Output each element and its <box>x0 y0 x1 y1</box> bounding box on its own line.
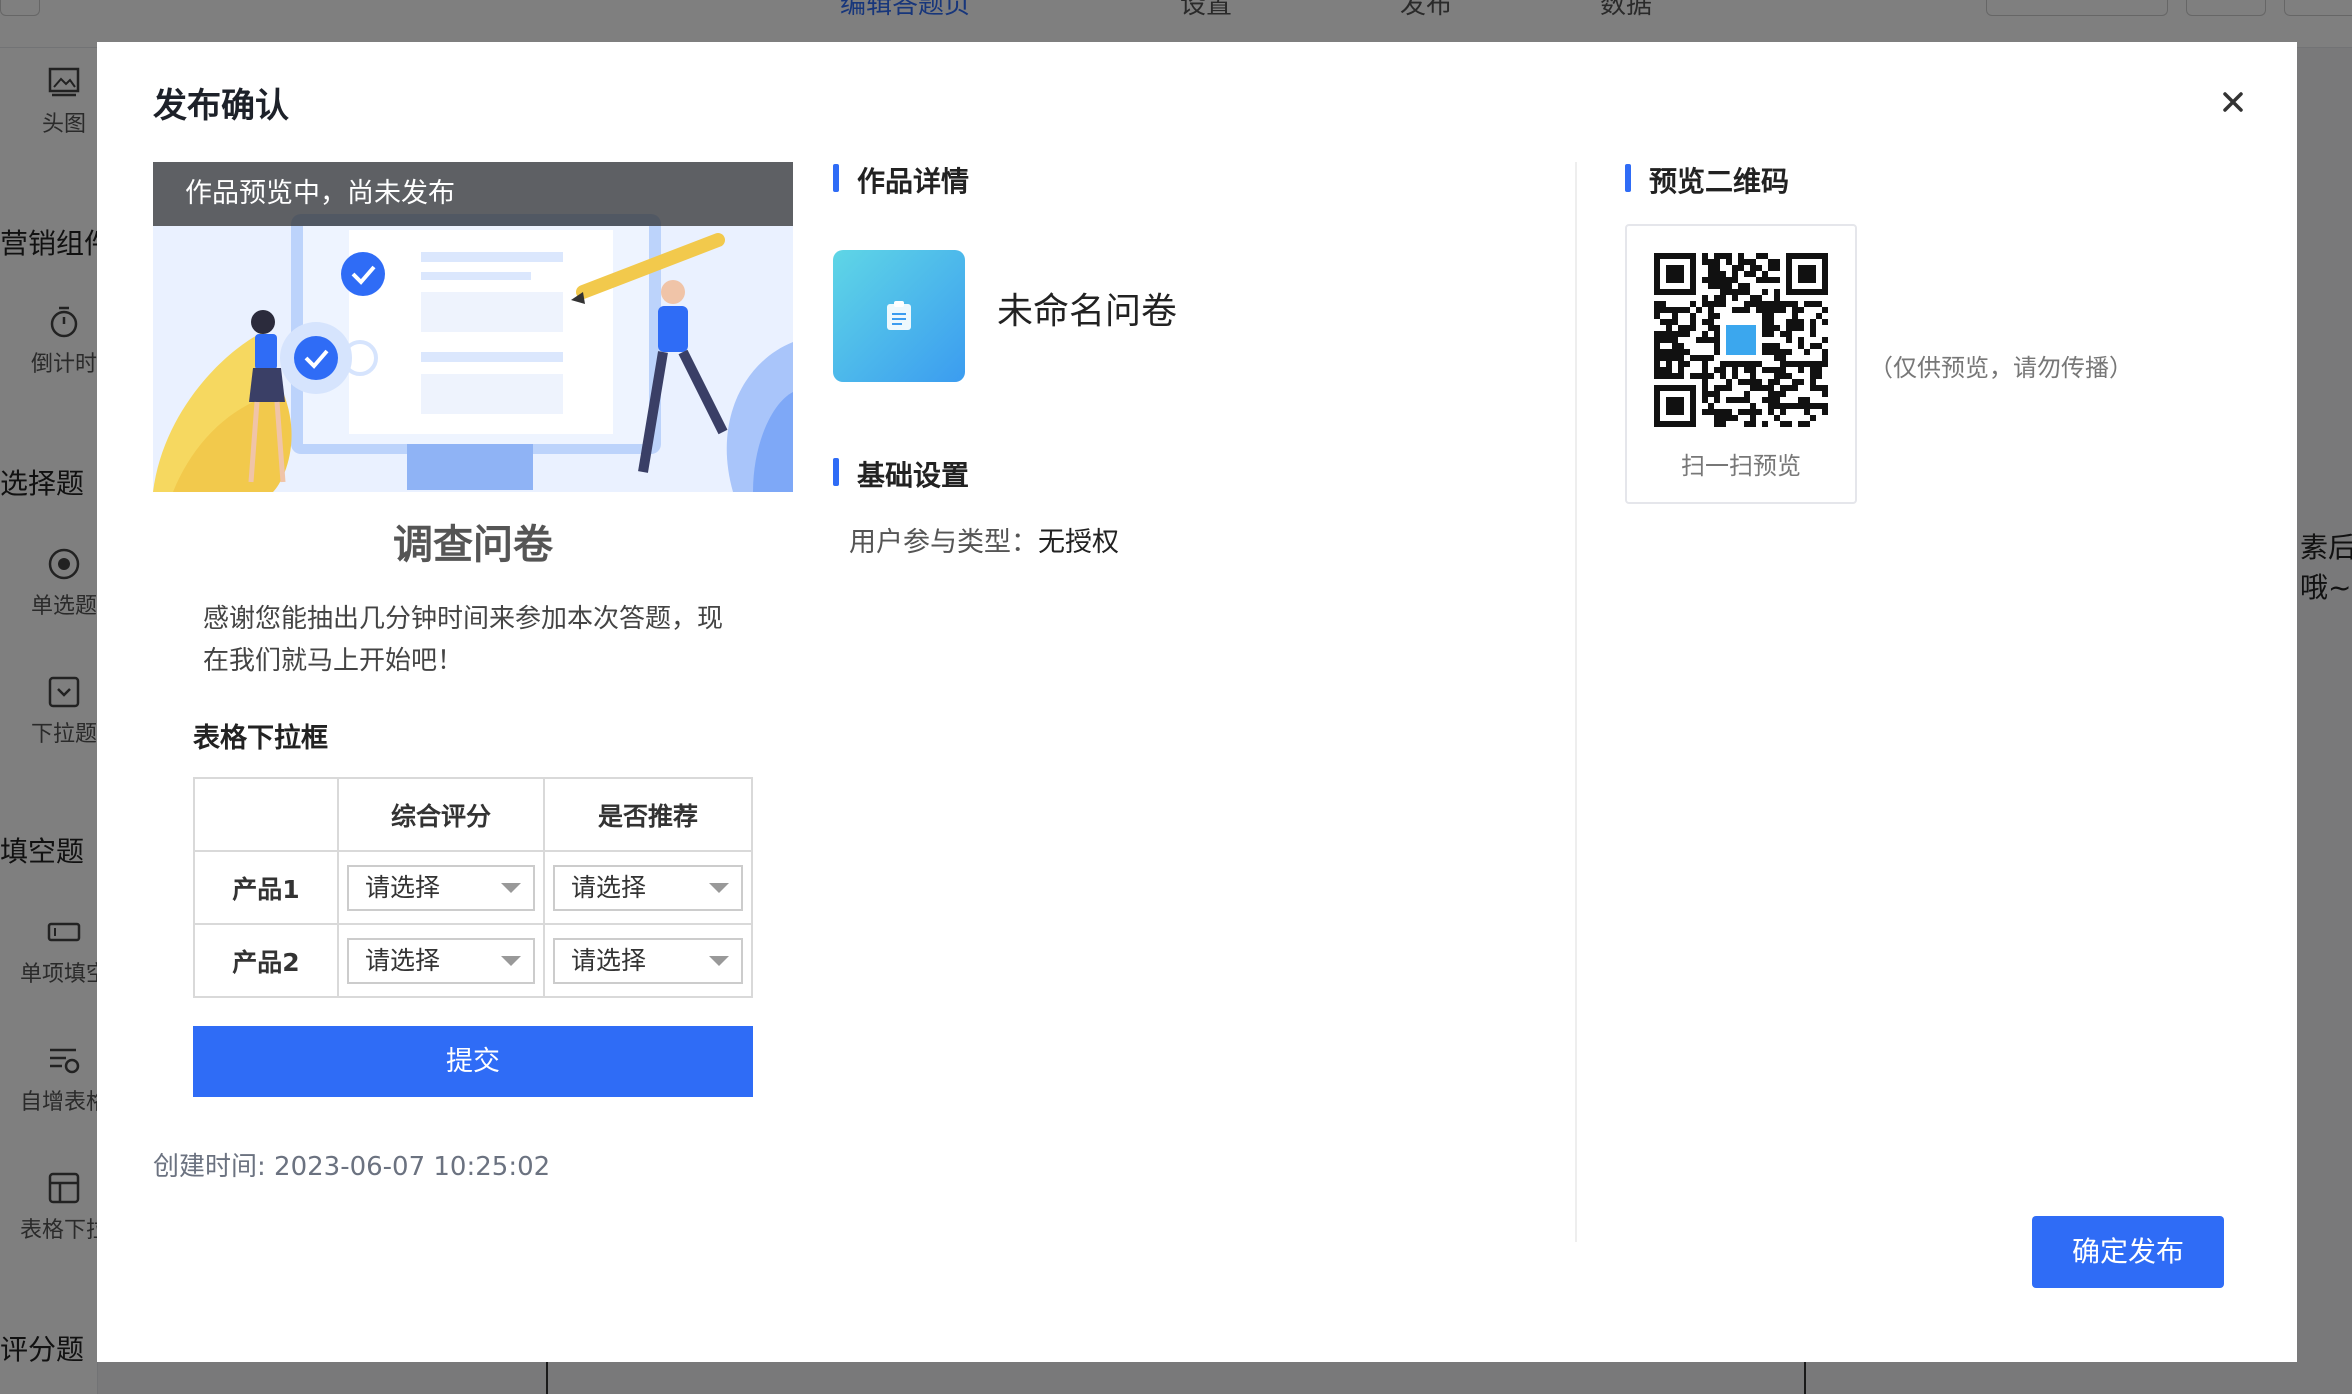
participation-label: 用户参与类型： <box>849 527 1038 558</box>
table-question-title: 表格下拉框 <box>193 723 328 754</box>
basic-settings-heading: 基础设置 <box>833 454 969 494</box>
participation-value: 无授权 <box>1038 527 1119 558</box>
survey-preview: 作品预览中，尚未发布 调查问卷 感谢您能抽出几分钟时间来参加本次答题，现在我们就… <box>153 162 793 1097</box>
work-name: 未命名问卷 <box>997 291 1178 332</box>
table-row: 产品1 请选择 请选择 <box>193 850 753 925</box>
table-header-empty <box>193 777 339 852</box>
survey-title: 调查问卷 <box>393 522 553 568</box>
table-header-recommend: 是否推荐 <box>543 777 753 852</box>
recommend-select[interactable]: 请选择 <box>553 937 743 984</box>
recommend-select[interactable]: 请选择 <box>553 864 743 911</box>
preview-status-bar: 作品预览中，尚未发布 <box>153 162 793 226</box>
confirm-publish-button[interactable]: 确定发布 <box>2032 1216 2224 1288</box>
column-divider <box>1575 162 1577 1242</box>
table-header-score: 综合评分 <box>337 777 545 852</box>
participation-type: 用户参与类型：无授权 <box>849 520 1119 559</box>
qr-code-image <box>1654 253 1828 427</box>
chevron-down-icon <box>709 955 729 966</box>
submit-button[interactable]: 提交 <box>193 1026 753 1097</box>
chevron-down-icon <box>709 882 729 893</box>
work-details-heading: 作品详情 <box>833 160 969 200</box>
publish-confirm-dialog: 发布确认 作品预览中，尚未发布 调查问卷 感谢您能抽出几分钟时间来参加本次答题，… <box>97 42 2297 1362</box>
preview-banner: 作品预览中，尚未发布 <box>153 162 793 492</box>
work-thumbnail <box>833 250 965 382</box>
chevron-down-icon <box>501 882 521 893</box>
row-label: 产品2 <box>193 923 339 998</box>
qr-scan-label: 扫一扫预览 <box>1681 452 1801 480</box>
table-header-row: 综合评分 是否推荐 <box>193 777 753 852</box>
row-label: 产品1 <box>193 850 339 925</box>
table-row: 产品2 请选择 请选择 <box>193 923 753 998</box>
chevron-down-icon <box>501 955 521 966</box>
created-time: 创建时间: 2023-06-07 10:25:02 <box>153 1152 551 1182</box>
dialog-title: 发布确认 <box>153 86 289 126</box>
table-dropdown-grid: 综合评分 是否推荐 产品1 请选择 请选择 产品2 请选择 请选择 <box>193 777 753 998</box>
score-select[interactable]: 请选择 <box>347 864 535 911</box>
qr-note: （仅供预览，请勿传播） <box>1869 354 2133 382</box>
survey-description: 感谢您能抽出几分钟时间来参加本次答题，现在我们就马上开始吧！ <box>203 604 724 676</box>
qr-heading: 预览二维码 <box>1625 160 1789 200</box>
qr-code-card: 扫一扫预览 <box>1625 224 1857 504</box>
close-button[interactable] <box>2213 82 2253 122</box>
clipboard-icon <box>887 301 911 330</box>
score-select[interactable]: 请选择 <box>347 937 535 984</box>
close-icon <box>2223 92 2243 112</box>
